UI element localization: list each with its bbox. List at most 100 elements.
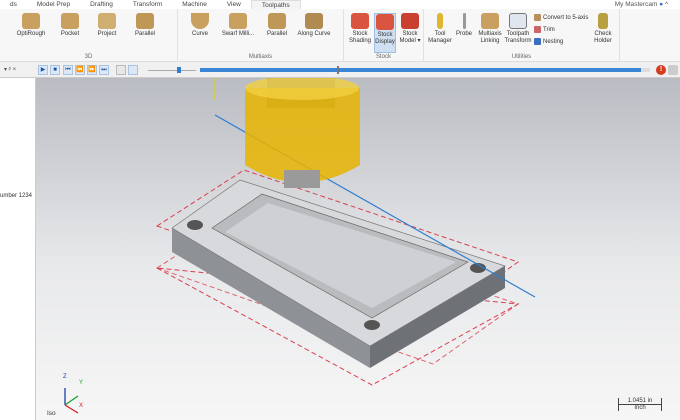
graphics-viewport[interactable]: Z Y X Iso 1.0451 in Inch (36, 78, 680, 420)
label: Nesting (543, 38, 564, 45)
group-label: Utilities (511, 54, 532, 60)
group-label: Multiaxis (248, 54, 273, 60)
label: Parallel (134, 31, 155, 37)
swarf-milling-button[interactable]: Swarf Milli... (218, 13, 258, 38)
group-stock: Stock Shading Stock Display Stock Model … (344, 9, 424, 62)
step-forward-button[interactable]: ⏩ (87, 65, 97, 75)
tab-drafting[interactable]: Drafting (80, 0, 123, 9)
along-curve-icon (305, 13, 323, 29)
parallel-icon (268, 13, 286, 29)
part-plate (171, 179, 506, 368)
curve-button[interactable]: Curve (186, 13, 214, 38)
toggle-tool-icon[interactable] (128, 65, 138, 75)
parallel-icon (136, 13, 154, 29)
parallel-button[interactable]: Parallel (130, 13, 160, 38)
curve-icon (191, 13, 209, 29)
progress-fill (200, 68, 641, 72)
tab-model-prep[interactable]: Model Prep (27, 0, 80, 9)
stock-model-button[interactable]: Stock Model ▾ (398, 13, 422, 45)
stock-display-icon (376, 14, 394, 30)
convert-5axis-button[interactable]: Convert to 5-axis (534, 14, 588, 21)
label: Project (97, 31, 117, 37)
swarf-icon (229, 13, 247, 29)
check-holder-button[interactable]: Check Holder (590, 13, 616, 45)
along-curve-button[interactable]: Along Curve (294, 13, 334, 38)
tab-toolpaths[interactable]: Toolpaths (250, 0, 301, 9)
linking-icon (481, 13, 499, 29)
probe-button[interactable]: Probe (454, 13, 474, 38)
group-3d: OptiRough Pocket Project Parallel 3D (0, 9, 178, 62)
speed-slider-thumb[interactable] (176, 67, 181, 73)
cutting-tool (245, 78, 360, 188)
label: Multiaxis Linking (478, 31, 502, 44)
group-utilities: Tool Manager Probe Multiaxis Linking Too… (424, 9, 620, 62)
label: Probe (455, 31, 472, 37)
scale-value: 1.0451 in (619, 398, 661, 405)
model-scene (64, 78, 536, 414)
label: Check Holder (594, 31, 612, 44)
stock-shading-icon (351, 13, 369, 29)
axis-x-label: X (79, 403, 84, 409)
first-button[interactable]: ⏮ (63, 65, 73, 75)
axis-z-label: Z (63, 374, 67, 380)
probe-icon (462, 13, 466, 29)
tab-machine[interactable]: Machine (172, 0, 217, 9)
panel-pin-controls[interactable]: ▾ ᵖ × (4, 66, 16, 73)
tool-manager-button[interactable]: Tool Manager (426, 13, 454, 45)
last-button[interactable]: ⏭ (99, 65, 109, 75)
label: Swarf Milli... (221, 31, 255, 37)
label: Convert to 5-axis (543, 14, 589, 21)
trim-button[interactable]: Trim (534, 26, 555, 33)
tab-view[interactable]: View (217, 0, 251, 9)
left-panel: umber 1234 (0, 78, 36, 420)
progress-thumb[interactable] (337, 66, 339, 74)
label: Pocket (60, 31, 80, 37)
tips-icon[interactable] (668, 65, 678, 75)
transform-icon (509, 13, 527, 29)
step-back-button[interactable]: ⏪ (75, 65, 85, 75)
label: Along Curve (297, 31, 331, 37)
trim-icon (534, 26, 541, 33)
play-button[interactable]: ▶ (38, 65, 48, 75)
group-multiaxis: Curve Swarf Milli... Parallel Along Curv… (178, 9, 344, 62)
stop-button[interactable]: ■ (50, 65, 60, 75)
label: OptiRough (16, 31, 46, 37)
label: Parallel (266, 31, 287, 37)
label: Stock Model ▾ (399, 31, 421, 44)
stock-shading-button[interactable]: Stock Shading (348, 13, 372, 45)
group-label: Stock (375, 54, 391, 60)
optirough-button[interactable]: OptiRough (14, 13, 48, 38)
speed-slider[interactable] (148, 67, 196, 73)
tab-home[interactable]: ds (0, 0, 27, 9)
ribbon: OptiRough Pocket Project Parallel 3D Cur… (0, 9, 680, 62)
project-button[interactable]: Project (92, 13, 122, 38)
nesting-button[interactable]: Nesting (534, 38, 563, 45)
axis-triad-icon (64, 388, 79, 414)
help-icon[interactable]: ● (659, 1, 663, 8)
stock-model-icon (401, 13, 419, 29)
convert-icon (534, 14, 541, 21)
tool-icon (437, 13, 443, 29)
tab-transform[interactable]: Transform (123, 0, 172, 9)
label: Toolpath Transform (504, 31, 532, 44)
label: Curve (191, 31, 208, 37)
simulation-toolbar: ▾ ᵖ × ▶ ■ ⏮ ⏪ ⏩ ⏭ ! (0, 62, 680, 78)
group-label: 3D (84, 54, 93, 60)
pocket-icon (61, 13, 79, 29)
collapse-ribbon-icon[interactable]: ^ (665, 1, 668, 8)
axis-y-label: Y (79, 380, 84, 386)
toolpath-transform-button[interactable]: Toolpath Transform (504, 13, 532, 45)
toggle-path-icon[interactable] (116, 65, 126, 75)
account-label[interactable]: My Mastercam (615, 1, 658, 8)
optirough-icon (22, 13, 40, 29)
my-mastercam-link[interactable]: My Mastercam ● ^ (615, 0, 668, 9)
progress-track[interactable] (200, 66, 650, 74)
pocket-button[interactable]: Pocket (55, 13, 85, 38)
multiaxis-parallel-button[interactable]: Parallel (262, 13, 292, 38)
project-icon (98, 13, 116, 29)
multiaxis-linking-button[interactable]: Multiaxis Linking (476, 13, 504, 45)
warning-icon[interactable]: ! (656, 65, 666, 75)
stock-display-button[interactable]: Stock Display (374, 13, 396, 53)
check-holder-icon (598, 13, 608, 29)
label: Stock Shading (348, 31, 372, 44)
